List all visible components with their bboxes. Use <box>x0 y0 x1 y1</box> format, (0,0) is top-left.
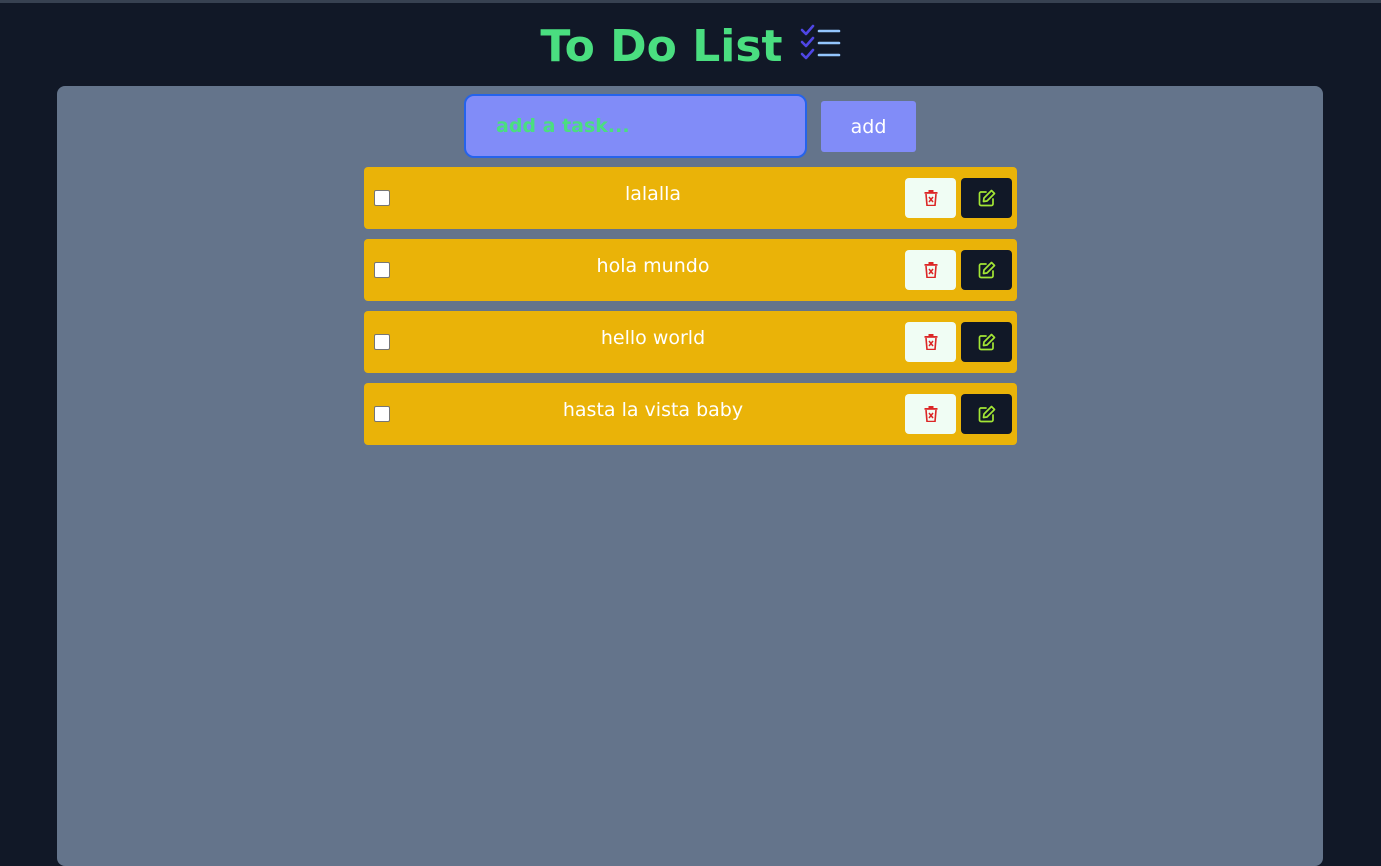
edit-button[interactable] <box>961 178 1012 218</box>
trash-icon <box>924 334 938 350</box>
task-item: hasta la vista baby <box>364 383 1017 445</box>
add-button[interactable]: add <box>821 101 916 152</box>
header: To Do List <box>0 18 1381 76</box>
edit-icon <box>978 189 996 207</box>
edit-button[interactable] <box>961 250 1012 290</box>
delete-button[interactable] <box>905 322 956 362</box>
delete-button[interactable] <box>905 178 956 218</box>
delete-button[interactable] <box>905 250 956 290</box>
task-input[interactable] <box>464 94 807 158</box>
task-item: lalalla <box>364 167 1017 229</box>
edit-button[interactable] <box>961 394 1012 434</box>
task-text: hello world <box>600 327 706 349</box>
delete-button[interactable] <box>905 394 956 434</box>
task-text: lalalla <box>624 183 682 205</box>
task-item: hola mundo <box>364 239 1017 301</box>
add-task-form: add <box>57 94 1323 158</box>
edit-button[interactable] <box>961 322 1012 362</box>
task-list: lalalla hola mundo hello world hasta la … <box>364 167 1017 445</box>
task-text: hasta la vista baby <box>562 399 744 421</box>
trash-icon <box>924 262 938 278</box>
todo-panel: add lalalla <box>57 86 1323 866</box>
checklist-icon <box>799 24 841 64</box>
page-title: To Do List <box>540 21 783 72</box>
edit-icon <box>978 405 996 423</box>
edit-icon <box>978 333 996 351</box>
trash-icon <box>924 406 938 422</box>
task-text: hola mundo <box>596 255 710 277</box>
task-item: hello world <box>364 311 1017 373</box>
edit-icon <box>978 261 996 279</box>
trash-icon <box>924 190 938 206</box>
top-border <box>0 0 1381 3</box>
